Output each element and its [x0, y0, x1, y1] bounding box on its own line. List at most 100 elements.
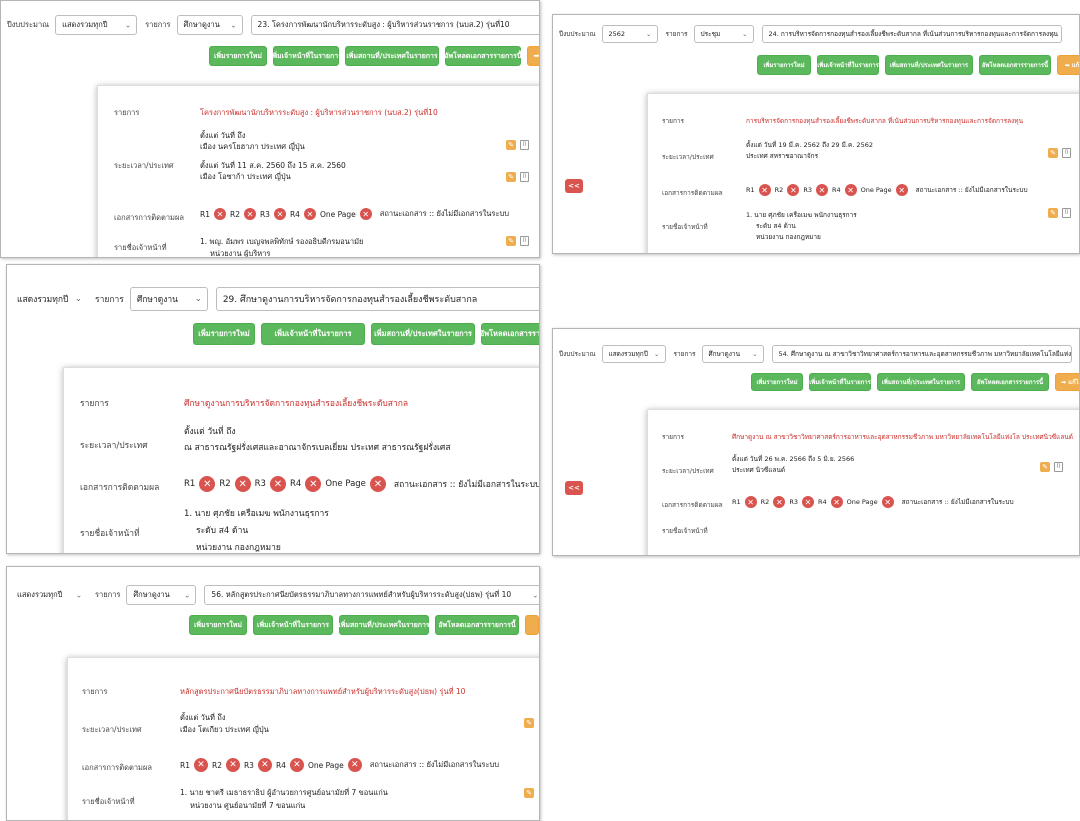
badge-r2[interactable]: R2 ✕ — [230, 208, 256, 220]
item-detail-card: รายการ การบริหารจัดการกองทุนสำรองเลี้ยงช… — [647, 93, 1079, 253]
period-value: ตั้งแต่ วันที่ ถึง เมือง นครโยฮาภา ประเท… — [200, 131, 346, 181]
trash-icon[interactable]: ⌷ — [520, 172, 529, 182]
year-select[interactable]: แสดงรวมทุกปี ⌄ — [601, 345, 666, 363]
add-item-button[interactable]: เพิ่มรายการใหม่ — [189, 615, 247, 635]
add-item-button[interactable]: เพิ่มรายการใหม่ — [757, 55, 811, 75]
type-select[interactable]: ศึกษาดูงาน ⌄ — [176, 15, 243, 35]
edit-item-button[interactable]: ➡ แก้ไ — [1055, 373, 1079, 391]
staff-value: 1. นาย ศุภชัย เครือเมฆ พนักงานธุรการ ระด… — [184, 509, 329, 553]
item-select[interactable]: 24. การบริหารจัดการกองทุนสำรองเลี้ยงชีพร… — [761, 25, 1062, 43]
badge-one-page[interactable]: One Page ✕ — [325, 476, 386, 492]
badge-r4[interactable]: R4 ✕ — [290, 208, 316, 220]
badge-r4[interactable]: R4 ✕ — [276, 758, 304, 772]
back-button[interactable]: << — [565, 481, 583, 495]
badge-one-page[interactable]: One Page ✕ — [861, 184, 908, 196]
docs-label: เอกสารการติดตามผล — [82, 763, 152, 772]
edit-item-button[interactable]: ➡ แก้ — [1057, 55, 1079, 75]
item-type-label: รายการ — [665, 30, 688, 38]
year-select[interactable]: แสดงรวมทุกปี ⌄ — [13, 287, 87, 311]
badge-r3[interactable]: R3 ✕ — [789, 496, 814, 508]
staff-label: รายชื่อเจ้าหน้าที่ — [662, 223, 708, 231]
year-select[interactable]: 2562 ⌄ — [601, 25, 658, 43]
trash-icon[interactable]: ⌷ — [1054, 462, 1063, 472]
add-staff-button[interactable]: เพิ่มเจ้าหน้าที่ในรายการ — [809, 373, 871, 391]
add-staff-button[interactable]: เพิ่มเจ้าหน้าที่ในรายการ — [253, 615, 333, 635]
trash-icon[interactable]: ⌷ — [520, 236, 529, 246]
badge-r3[interactable]: R3 ✕ — [244, 758, 272, 772]
place-actions: ✎ ⌷ — [1040, 462, 1063, 472]
upload-doc-button[interactable]: อัพโหลดเอกสารรายการนี้ — [444, 46, 522, 66]
badge-r3[interactable]: R3 ✕ — [255, 476, 286, 492]
close-icon: ✕ — [844, 184, 857, 196]
upload-doc-button[interactable]: อัพโหลดเอกสารรายการนี้ — [480, 323, 539, 345]
item-select[interactable]: 29. ศึกษาดูงานการบริหารจัดการกองทุนสำรอง… — [215, 287, 539, 311]
item-label: รายการ — [80, 399, 109, 409]
trash-icon[interactable]: ⌷ — [1062, 148, 1071, 158]
place-actions: ✎ ⌷ — [506, 172, 529, 182]
period-label: ระยะเวลา/ประเทศ — [114, 161, 174, 170]
upload-doc-button[interactable]: อัพโหลดเอกสารรายการนี้ — [971, 373, 1049, 391]
close-icon: ✕ — [199, 476, 216, 492]
add-staff-button[interactable]: เพิ่มเจ้าหน้าที่ในรายการ — [261, 323, 365, 345]
add-place-button[interactable]: เพิ่มสถานที่/ประเทศในรายการ — [371, 323, 475, 345]
badge-one-page[interactable]: One Page ✕ — [847, 496, 894, 508]
badge-r1[interactable]: R1 ✕ — [200, 208, 226, 220]
trash-icon[interactable]: ⌷ — [520, 140, 529, 150]
badge-r4[interactable]: R4 ✕ — [832, 184, 857, 196]
pencil-icon[interactable]: ✎ — [524, 788, 534, 798]
pencil-icon[interactable]: ✎ — [506, 172, 516, 182]
edit-item-button[interactable] — [525, 615, 539, 635]
item-detail-card: รายการ หลักสูตรประกาศนียบัตรธรรมาภิบาลทา… — [67, 657, 539, 820]
item-select[interactable]: 56. หลักสูตรประกาศนียบัตรธรรมาภิบาลทางกา… — [204, 585, 539, 605]
badge-r2[interactable]: R2 ✕ — [775, 184, 800, 196]
type-select[interactable]: ศึกษาดูงาน ⌄ — [701, 345, 764, 363]
type-select[interactable]: ศึกษาดูงาน ⌄ — [126, 585, 197, 605]
badge-r3[interactable]: R3 ✕ — [803, 184, 828, 196]
back-button[interactable]: << — [565, 179, 583, 193]
badge-r2[interactable]: R2 ✕ — [212, 758, 240, 772]
type-select[interactable]: ศึกษาดูงาน ⌄ — [129, 287, 208, 311]
upload-doc-button[interactable]: อัพโหลดเอกสารรายการนี้ — [435, 615, 519, 635]
badge-r3[interactable]: R3 ✕ — [260, 208, 286, 220]
pencil-icon[interactable]: ✎ — [1040, 462, 1050, 472]
pencil-icon[interactable]: ✎ — [524, 718, 534, 728]
edit-item-button[interactable]: ➡ แก้ — [527, 46, 539, 66]
add-place-button[interactable]: เพิ่มสถานที่/ประเทศในรายการ — [345, 46, 439, 66]
pencil-icon[interactable]: ✎ — [506, 236, 516, 246]
badge-r2[interactable]: R2 ✕ — [219, 476, 251, 492]
year-select[interactable]: แสดงรวมทุกปี ⌄ — [13, 585, 87, 605]
upload-doc-button[interactable]: อัพโหลดเอกสารรายการนี้ — [979, 55, 1051, 75]
add-item-button[interactable]: เพิ่มรายการใหม่ — [751, 373, 803, 391]
badge-r1[interactable]: R1 ✕ — [180, 758, 208, 772]
staff-value: 1. นาย ศุภชัย เครือเมฆ พนักงานธุรการ ระด… — [746, 211, 857, 241]
period-value: ตั้งแต่ วันที่ 26 พ.ค. 2566 ถึง 5 มิ.ย. … — [732, 455, 855, 474]
badge-one-page[interactable]: One Page ✕ — [308, 758, 362, 772]
chevron-down-icon: ⌄ — [184, 590, 191, 600]
badge-r4[interactable]: R4 ✕ — [290, 476, 322, 492]
pencil-icon[interactable]: ✎ — [1048, 208, 1058, 218]
item-type-label: รายการ — [145, 20, 171, 29]
add-staff-button[interactable]: เพิ่มเจ้าหน้าที่ในรายการ — [817, 55, 879, 75]
close-icon: ✕ — [225, 758, 240, 772]
badge-one-page[interactable]: One Page ✕ — [320, 208, 372, 220]
add-item-button[interactable]: เพิ่มรายการใหม่ — [193, 323, 255, 345]
add-item-button[interactable]: เพิ่มรายการใหม่ — [209, 46, 267, 66]
action-buttons: เพิ่มรายการใหม่ เพิ่มเจ้าหน้าที่ในรายการ… — [209, 46, 539, 66]
type-select[interactable]: ประชุม ⌄ — [693, 25, 754, 43]
add-place-button[interactable]: เพิ่มสถานที่/ประเทศในรายการ — [877, 373, 965, 391]
badge-r1[interactable]: R1 ✕ — [184, 476, 216, 492]
badge-r4[interactable]: R4 ✕ — [818, 496, 843, 508]
badge-r1[interactable]: R1 ✕ — [732, 496, 757, 508]
add-staff-button[interactable]: เพิ่มเจ้าหน้าที่ในรายการ — [270, 46, 342, 66]
item-select[interactable]: 54. ศึกษาดูงาน ณ สาขาวิชาวิทยาศาสตร์การอ… — [771, 345, 1072, 363]
badge-r1[interactable]: R1 ✕ — [746, 184, 771, 196]
pencil-icon[interactable]: ✎ — [506, 140, 516, 150]
badge-r2[interactable]: R2 ✕ — [761, 496, 786, 508]
add-place-button[interactable]: เพิ่มสถานที่/ประเทศในรายการ — [885, 55, 973, 75]
year-select[interactable]: แสดงรวมทุกปี ⌄ — [55, 15, 138, 35]
trash-icon[interactable]: ⌷ — [1062, 208, 1071, 218]
pencil-icon[interactable]: ✎ — [1048, 148, 1058, 158]
add-place-button[interactable]: เพิ่มสถานที่/ประเทศในรายการ — [338, 615, 430, 635]
item-select[interactable]: 23. โครงการพัฒนานักบริหารระดับสูง : ผู้บ… — [250, 15, 539, 35]
staff-actions: ✎ — [524, 788, 534, 798]
